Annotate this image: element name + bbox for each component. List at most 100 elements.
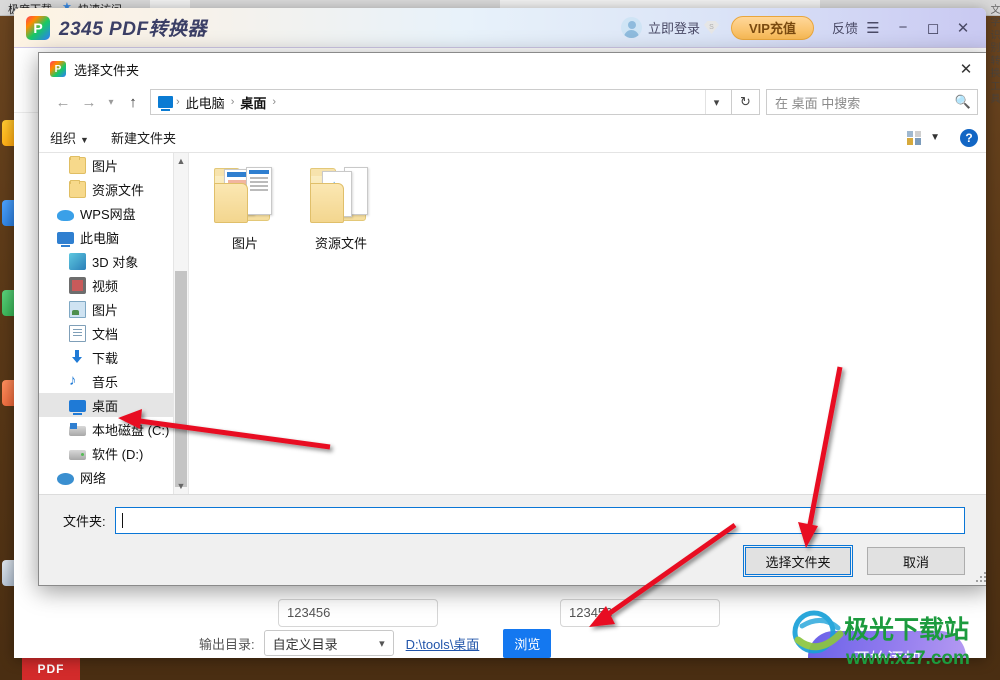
tree-item-1[interactable]: 资源文件 bbox=[39, 177, 188, 201]
tree-item-11[interactable]: 本地磁盘 (C:) bbox=[39, 417, 188, 441]
tree-item-label: 本地磁盘 (C:) bbox=[92, 422, 170, 438]
select-folder-dialog: 选择文件夹 ✕ ← → ▾ ↑ › 此电脑 › 桌面 › ▾ ↻ 在 桌面 中搜… bbox=[38, 52, 986, 586]
vip-recharge-button[interactable]: VIP充值 bbox=[731, 15, 814, 40]
organize-label: 组织 bbox=[50, 131, 77, 146]
output-path-link[interactable]: D:\tools\桌面 bbox=[406, 634, 480, 653]
folder-label: 文件夹: bbox=[63, 514, 106, 529]
dialog-toolbar: 组织 ▼ 新建文件夹 ▼ ? bbox=[39, 123, 986, 153]
tree-item-12[interactable]: 软件 (D:) bbox=[39, 441, 188, 465]
breadcrumb[interactable]: › 此电脑 › 桌面 › ▾ bbox=[150, 89, 732, 115]
chevron-down-icon: ▼ bbox=[80, 135, 89, 145]
tree-item-3[interactable]: 此电脑 bbox=[39, 225, 188, 249]
close-icon[interactable]: ✕ bbox=[948, 8, 978, 48]
tree-item-2[interactable]: WPS网盘 bbox=[39, 201, 188, 225]
breadcrumb-sep: › bbox=[230, 96, 235, 108]
dialog-bottom-pane: 文件夹: 选择文件夹 取消 bbox=[39, 494, 986, 585]
breadcrumb-item-0[interactable]: 此电脑 bbox=[183, 93, 228, 112]
file-list[interactable]: 图片 ♪ MP3 资源文件 bbox=[189, 153, 986, 494]
refresh-icon[interactable]: ↻ bbox=[732, 89, 760, 115]
organize-menu[interactable]: 组织 ▼ bbox=[50, 128, 89, 147]
help-icon[interactable]: ? bbox=[960, 128, 978, 147]
list-item[interactable]: ♪ MP3 资源文件 bbox=[293, 163, 389, 252]
avatar[interactable] bbox=[621, 17, 642, 38]
resize-grip[interactable] bbox=[975, 571, 986, 582]
list-item-label: 资源文件 bbox=[314, 236, 367, 251]
view-chevron-down-icon[interactable]: ▼ bbox=[930, 132, 940, 143]
tree-item-label: 网络 bbox=[80, 470, 107, 486]
back-icon[interactable]: ← bbox=[50, 89, 76, 115]
breadcrumb-sep: › bbox=[176, 96, 180, 108]
tree-item-9[interactable]: 音乐 bbox=[39, 369, 188, 393]
feedback-button[interactable]: 反馈 bbox=[832, 18, 858, 37]
scroll-down-icon[interactable]: ▼ bbox=[174, 478, 188, 494]
output-directory-select[interactable]: 自定义目录 ▾ bbox=[263, 630, 394, 656]
dialog-app-icon bbox=[50, 61, 66, 77]
dialog-main: 图片资源文件WPS网盘此电脑3D 对象视频图片文档下载音乐桌面本地磁盘 (C:)… bbox=[39, 153, 986, 494]
dialog-nav-bar: ← → ▾ ↑ › 此电脑 › 桌面 › ▾ ↻ 在 桌面 中搜索 🔍 bbox=[39, 85, 986, 123]
select-folder-button[interactable]: 选择文件夹 bbox=[743, 545, 853, 577]
network-icon bbox=[57, 472, 74, 485]
scrollbar-thumb[interactable] bbox=[175, 271, 187, 487]
tree-item-13[interactable]: 网络 bbox=[39, 465, 188, 489]
minimize-icon[interactable]: − bbox=[888, 8, 918, 48]
hamburger-icon[interactable]: ☰ bbox=[858, 8, 888, 48]
picture-icon bbox=[69, 300, 86, 318]
dialog-title-bar: 选择文件夹 ✕ bbox=[39, 53, 986, 85]
tree-item-label: 图片 bbox=[92, 158, 119, 174]
login-link[interactable]: 立即登录 bbox=[648, 18, 700, 37]
desktop-icon bbox=[69, 400, 86, 415]
list-item-label: 图片 bbox=[231, 236, 258, 251]
download-icon bbox=[69, 349, 86, 366]
tree-item-label: 桌面 bbox=[92, 398, 119, 414]
list-item[interactable]: 图片 bbox=[197, 163, 293, 252]
navigation-tree: 图片资源文件WPS网盘此电脑3D 对象视频图片文档下载音乐桌面本地磁盘 (C:)… bbox=[39, 153, 189, 494]
tree-item-label: 此电脑 bbox=[80, 230, 120, 246]
app-header: 2345 PDF转换器 立即登录 VIP充值 反馈 ☰ − ◻ ✕ bbox=[14, 8, 986, 48]
recent-locations-icon[interactable]: ▾ bbox=[102, 89, 120, 115]
app-window: 2345 PDF转换器 立即登录 VIP充值 反馈 ☰ − ◻ ✕ 123456… bbox=[14, 8, 986, 658]
view-tiles-icon[interactable] bbox=[907, 130, 922, 145]
forward-icon[interactable]: → bbox=[76, 89, 102, 115]
folder-name-input[interactable] bbox=[114, 507, 965, 534]
cloud-icon bbox=[57, 209, 74, 221]
search-input[interactable]: 在 桌面 中搜索 🔍 bbox=[766, 89, 978, 115]
maximize-icon[interactable]: ◻ bbox=[918, 8, 948, 48]
taskbar-pdf-icon[interactable]: PDF bbox=[22, 658, 80, 680]
new-folder-button[interactable]: 新建文件夹 bbox=[111, 128, 176, 147]
output-directory-label: 输出目录: bbox=[199, 636, 255, 652]
scroll-up-icon[interactable]: ▲ bbox=[174, 153, 188, 169]
music-icon bbox=[69, 373, 86, 390]
tree-item-4[interactable]: 3D 对象 bbox=[39, 249, 188, 273]
start-add-button[interactable]: 开始添加 bbox=[808, 631, 966, 658]
tree-item-label: 图片 bbox=[92, 302, 119, 318]
tree-item-5[interactable]: 视频 bbox=[39, 273, 188, 297]
tree-item-label: 3D 对象 bbox=[92, 254, 139, 270]
tree-item-6[interactable]: 图片 bbox=[39, 297, 188, 321]
tree-scrollbar[interactable]: ▲ ▼ bbox=[173, 153, 188, 494]
pc-icon bbox=[57, 232, 74, 247]
dialog-button-row: 选择文件夹 取消 bbox=[63, 545, 965, 577]
drive-c-icon bbox=[69, 423, 86, 436]
tree-item-7[interactable]: 文档 bbox=[39, 321, 188, 345]
breadcrumb-item-1[interactable]: 桌面 bbox=[237, 93, 269, 112]
tree-item-10[interactable]: 桌面 bbox=[39, 393, 188, 417]
tree-item-label: 资源文件 bbox=[92, 182, 145, 198]
document-icon bbox=[69, 324, 86, 342]
tree-item-label: WPS网盘 bbox=[80, 206, 136, 222]
breadcrumb-dropdown-icon[interactable]: ▾ bbox=[705, 90, 727, 114]
cancel-button[interactable]: 取消 bbox=[867, 547, 965, 575]
member-badge-icon bbox=[704, 21, 720, 34]
search-icon: 🔍 bbox=[954, 94, 971, 109]
up-icon[interactable]: ↑ bbox=[120, 89, 146, 115]
tree-item-label: 文档 bbox=[92, 326, 119, 342]
dialog-close-icon[interactable]: ✕ bbox=[943, 53, 986, 85]
tree-item-label: 音乐 bbox=[92, 374, 119, 390]
this-pc-icon bbox=[158, 96, 173, 111]
breadcrumb-sep: › bbox=[272, 96, 277, 108]
browse-button[interactable]: 浏览 bbox=[503, 628, 552, 658]
tree-item-0[interactable]: 图片 bbox=[39, 153, 188, 177]
drive-icon bbox=[69, 450, 86, 460]
output-directory-select-value: 自定义目录 bbox=[272, 636, 338, 652]
tree-item-8[interactable]: 下载 bbox=[39, 345, 188, 369]
right-edge-text: 文 字 识 别 转 换 工 具 bbox=[988, 4, 999, 104]
